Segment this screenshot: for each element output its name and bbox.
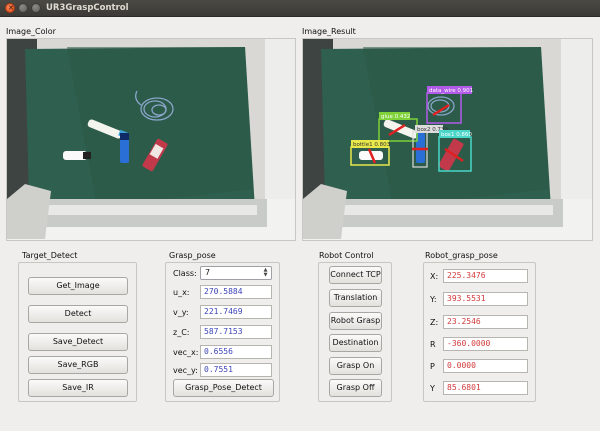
yaw-field[interactable]: 85.6801 (443, 381, 528, 395)
p-field[interactable]: 0.0000 (443, 359, 528, 373)
color-camera-image (7, 39, 295, 240)
svg-text:box1 0.860: box1 0.860 (441, 132, 472, 138)
robot-grasp-pose-title: Robot_grasp_pose (425, 251, 498, 260)
close-window-button[interactable]: ✕ (5, 3, 15, 13)
p-label: P (430, 362, 435, 371)
vec-x-label: vec_x: (173, 348, 199, 357)
maximize-window-button[interactable] (31, 3, 41, 13)
object-bottle1 (63, 151, 91, 160)
translation-button[interactable]: Translation (329, 289, 382, 307)
class-label: Class: (173, 269, 197, 278)
save-rgb-button[interactable]: Save_RGB (28, 356, 128, 374)
image-result-view: data_wire 0.901 glue 0.432 box2 0.739 bo… (302, 38, 593, 241)
vec-x-field[interactable]: 0.6556 (200, 345, 272, 359)
svg-text:glue 0.432: glue 0.432 (381, 114, 410, 120)
grasp-pose-title: Grasp_pose (169, 251, 216, 260)
spin-arrows-icon[interactable]: ▲ ▼ (262, 268, 269, 278)
class-spinbox[interactable]: 7 ▲ ▼ (200, 266, 272, 280)
v-y-field[interactable]: 221.7469 (200, 305, 272, 319)
y-field[interactable]: 393.5531 (443, 292, 528, 306)
x-field[interactable]: 225.3476 (443, 269, 528, 283)
image-result-label: Image_Result (302, 27, 356, 36)
vec-y-field[interactable]: 0.7551 (200, 363, 272, 377)
connect-tcp-button[interactable]: Connect TCP (329, 266, 382, 284)
svg-text:bottle1 0.803: bottle1 0.803 (353, 142, 391, 148)
x-label: X: (430, 272, 439, 281)
save-detect-button[interactable]: Save_Detect (28, 333, 128, 351)
detect-button[interactable]: Detect (28, 305, 128, 323)
grasp-off-button[interactable]: Grasp Off (329, 379, 382, 397)
grasp-pose-detect-button[interactable]: Grasp_Pose_Detect (173, 379, 274, 397)
object-box2 (120, 133, 129, 163)
minimize-window-button[interactable] (18, 3, 28, 13)
svg-text:data_wire 0.901: data_wire 0.901 (429, 88, 473, 94)
u-x-field[interactable]: 270.5884 (200, 285, 272, 299)
title-bar: ✕ UR3GraspControl (0, 0, 600, 17)
z-c-field[interactable]: 587.7153 (200, 325, 272, 339)
close-icon: ✕ (8, 4, 14, 12)
get-image-button[interactable]: Get_Image (28, 277, 128, 295)
image-color-label: Image_Color (6, 27, 56, 36)
grasp-on-button[interactable]: Grasp On (329, 357, 382, 375)
destination-button[interactable]: Destination (329, 334, 382, 352)
y-label: Y: (430, 295, 437, 304)
z-c-label: z_C: (173, 328, 190, 337)
window-title: UR3GraspControl (46, 3, 129, 13)
z-field[interactable]: 23.2546 (443, 315, 528, 329)
image-color-view (6, 38, 296, 241)
class-value: 7 (205, 268, 211, 277)
r-field[interactable]: -360.0000 (443, 337, 528, 351)
target-detect-title: Target_Detect (22, 251, 78, 260)
r-label: R (430, 340, 436, 349)
result-camera-image: data_wire 0.901 glue 0.432 box2 0.739 bo… (303, 39, 592, 240)
yaw-label: Y (430, 384, 435, 393)
u-x-label: u_x: (173, 288, 190, 297)
z-label: Z: (430, 318, 439, 327)
robot-control-title: Robot Control (319, 251, 374, 260)
v-y-label: v_y: (173, 308, 189, 317)
vec-y-label: vec_y: (173, 366, 198, 375)
save-ir-button[interactable]: Save_IR (28, 379, 128, 397)
robot-grasp-button[interactable]: Robot Grasp (329, 312, 382, 330)
